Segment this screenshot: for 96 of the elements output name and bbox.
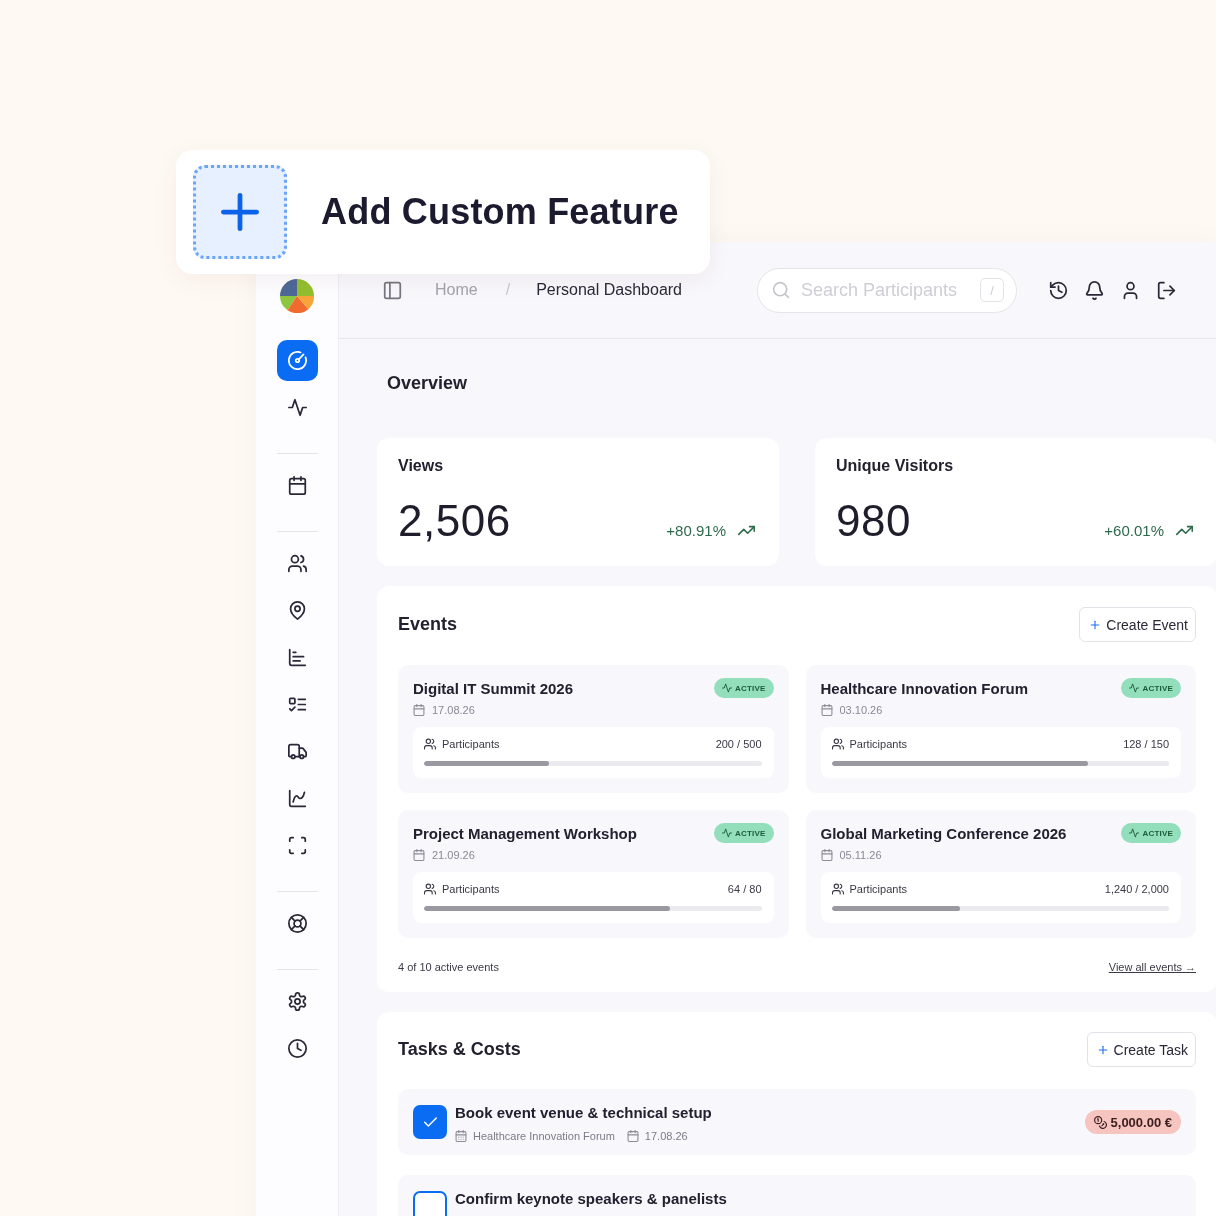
stat-label: Views [398,457,444,475]
map-pin-icon [287,601,307,620]
users-icon [831,738,844,750]
event-title: Healthcare Innovation Forum [820,679,1029,697]
plus-icon [1096,1043,1109,1056]
task-row[interactable]: Book event venue & technical setup Healthcare Innovation Forum 17.08.26 5,000.00 € [398,1089,1196,1155]
pulse-icon [721,828,732,838]
bar-chart-icon [287,648,307,667]
plus-icon [1089,618,1102,631]
check-icon [423,1117,437,1127]
task-event: Healthcare Innovation Forum [473,1130,615,1142]
participants-count: 1,240 / 2,000 [1104,883,1169,895]
create-task-button[interactable]: Create Task [1086,1032,1196,1067]
search-icon [772,281,790,299]
scan-frame-icon [287,836,307,855]
pulse-icon [1129,828,1140,838]
task-title: Book event venue & technical setup [455,1103,712,1123]
event-date: 21.09.26 [432,849,475,861]
task-row[interactable]: Confirm keynote speakers & panelists [398,1175,1196,1216]
participants-label: Participants [442,738,500,750]
event-title: Digital IT Summit 2026 [413,679,574,697]
event-title: Project Management Workshop [413,824,637,842]
line-chart-icon [287,789,307,808]
pulse-icon [721,683,732,693]
shortcut-hint: / [980,278,1004,302]
logo-icon [280,279,314,313]
users-icon [287,554,307,573]
participants-count: 64 / 80 [727,883,762,895]
calendar-icon [413,849,425,861]
user-icon [1121,280,1140,300]
users-icon [424,738,436,750]
checklist-icon [287,695,307,714]
breadcrumb-link[interactable]: Personal Dashboard [536,281,682,299]
clock-icon [287,1039,307,1058]
participants-label: Participants [849,738,907,750]
notifications-button[interactable] [1085,280,1104,300]
status-badge: ACTIVE [1121,823,1181,843]
stat-value: 2,506 [398,495,511,547]
event-date: 05.11.26 [839,849,882,861]
lifebuoy-icon [287,914,307,933]
view-all-link[interactable]: View all events → [1108,961,1196,973]
events-summary: 4 of 10 active events [398,961,499,973]
bell-icon [1085,280,1104,300]
create-event-button[interactable]: Create Event [1079,607,1196,642]
history-icon [1049,280,1068,300]
feature-card[interactable]: Add Custom Feature [176,150,710,274]
calendar-days-icon [455,1130,467,1142]
participants-label: Participants [849,883,907,895]
task-checkbox[interactable] [413,1105,447,1139]
calendar-icon [413,704,425,716]
gauge-nav-button[interactable] [276,340,318,381]
coins-icon [1093,1115,1107,1129]
users-icon [831,883,844,895]
panel-icon [383,280,402,300]
section-title: Events [398,614,458,635]
truck-icon [287,742,307,761]
logout-button[interactable] [1157,280,1176,300]
participants-count: 200 / 500 [715,738,762,750]
section-title: Overview [387,372,468,394]
section-title: Tasks & Costs [398,1039,521,1060]
feature-title: Add Custom Feature [321,191,679,233]
settings-icon [287,992,307,1011]
event-title: Global Marketing Conference 2026 [820,824,1067,842]
sidebar-toggle-button[interactable] [383,280,402,300]
users-icon [424,883,436,895]
stat-label: Unique Visitors [836,457,954,475]
calendar-icon [287,476,307,495]
plus-icon [193,165,287,259]
event-card[interactable]: Global Marketing Conference 2026 ACTIVE 05.11.26 Participants 1,240 / 2,000 [805,810,1196,938]
task-title: Confirm keynote speakers & panelists [455,1189,727,1209]
task-date: 17.08.26 [644,1130,688,1142]
status-badge: ACTIVE [713,823,774,843]
history-button[interactable] [1049,280,1068,300]
event-card[interactable]: Digital IT Summit 2026 ACTIVE 17.08.26 Participants 200 / 500 [398,665,789,793]
participants-count: 128 / 150 [1123,738,1169,750]
cost-badge: 5,000.00 € [1084,1110,1181,1134]
event-card[interactable]: Project Management Workshop ACTIVE 21.09.26 Participants 64 / 80 [398,810,789,938]
status-badge: ACTIVE [1121,678,1181,698]
stat-change: +60.01% [1104,522,1164,539]
gauge-icon [287,351,307,370]
stat-value: 980 [836,495,911,547]
event-date: 17.08.26 [432,704,475,716]
logout-icon [1157,280,1176,300]
calendar-icon [626,1130,639,1142]
event-date: 03.10.26 [839,704,883,716]
profile-button[interactable] [1121,280,1140,300]
pulse-icon [1129,683,1140,693]
calendar-icon [820,849,833,861]
pulse-icon [287,398,307,417]
stat-change: +80.91% [666,522,726,539]
participants-label: Participants [442,883,500,895]
task-checkbox[interactable] [413,1191,447,1216]
status-badge: ACTIVE [713,678,774,698]
event-card[interactable]: Healthcare Innovation Forum ACTIVE 03.10.26 Participants 128 / 150 [805,665,1196,793]
breadcrumb-separator: / [505,281,511,299]
calendar-icon [820,704,833,716]
